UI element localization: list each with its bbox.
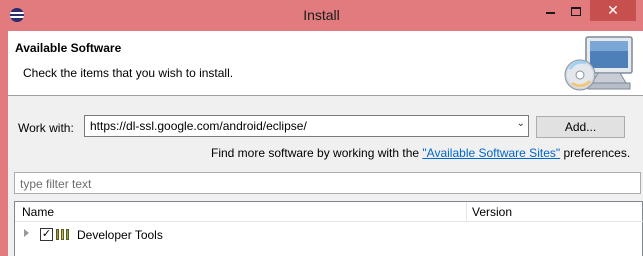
close-button[interactable]: ✕ [590, 0, 636, 21]
work-with-value: https://dl-ssl.google.com/android/eclips… [90, 119, 307, 133]
tree-row[interactable]: ✓ Developer Tools [15, 226, 642, 244]
feature-group-icon [56, 229, 72, 240]
add-button[interactable]: Add... [536, 116, 625, 138]
computer-cd-icon [564, 36, 633, 91]
filter-placeholder: type filter text [20, 177, 92, 191]
column-header-name[interactable]: Name [15, 202, 467, 222]
minimize-button[interactable] [537, 0, 563, 21]
dialog-content: Available Software Check the items that … [8, 31, 643, 256]
work-with-label: Work with: [18, 121, 74, 135]
expand-arrow-icon[interactable] [24, 229, 29, 237]
maximize-button[interactable] [563, 0, 589, 21]
find-more-suffix: preferences. [560, 146, 631, 160]
chevron-down-icon[interactable]: ⌄ [517, 118, 525, 129]
available-software-sites-link[interactable]: "Available Software Sites" [422, 146, 560, 160]
work-with-combo[interactable]: https://dl-ssl.google.com/android/eclips… [84, 115, 529, 137]
minimize-icon [545, 12, 555, 15]
find-more-prefix: Find more software by working with the [211, 146, 423, 160]
row-checkbox[interactable]: ✓ [40, 228, 53, 241]
filter-input[interactable]: type filter text [14, 172, 641, 194]
page-description: Check the items that you wish to install… [23, 66, 234, 80]
row-label: Developer Tools [77, 228, 163, 242]
column-header-version[interactable]: Version [467, 202, 643, 222]
software-tree[interactable]: Name Version ✓ Developer Tools [14, 201, 643, 256]
maximize-icon [571, 6, 581, 16]
wizard-header: Available Software Check the items that … [8, 31, 643, 96]
find-more-text: Find more software by working with the "… [211, 146, 630, 160]
page-title: Available Software [15, 41, 122, 55]
install-window: Install ✕ Available Software Check the i… [0, 0, 643, 256]
close-icon: ✕ [607, 2, 619, 18]
title-bar[interactable]: Install ✕ [0, 0, 643, 31]
